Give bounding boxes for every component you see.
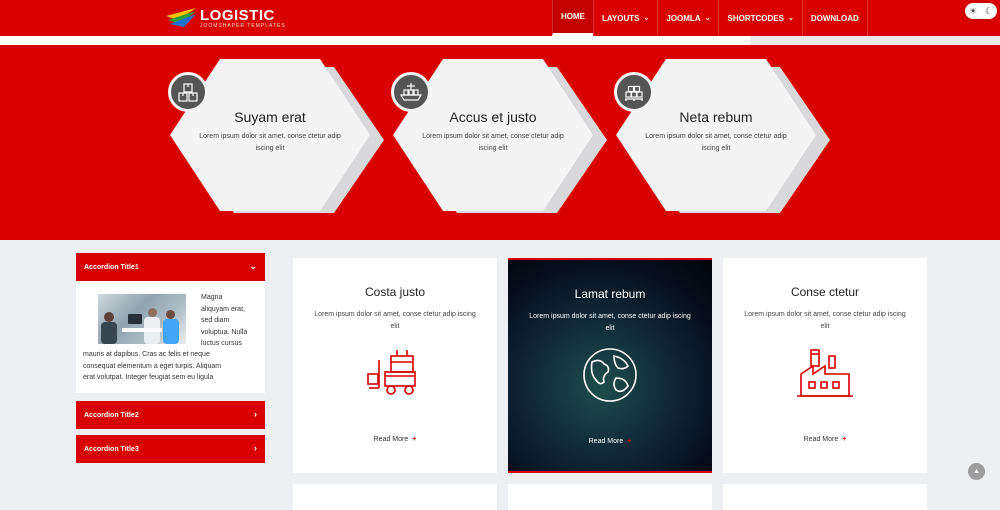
main-nav: HOME LAYOUTS ⌄ JOOMLA ⌄ SHORTCODES ⌄ DOWNLO… <box>552 0 868 36</box>
plus-icon: + <box>627 438 632 445</box>
header-underline <box>0 36 1000 45</box>
accordion-title: Accordion Title3 <box>84 445 139 453</box>
accordion-header-1[interactable]: Accordion Title1 ⌄ <box>76 253 265 281</box>
service-card-next-row <box>723 484 927 510</box>
logo[interactable]: LOGISTIC JOOMSHAPER TEMPLATES <box>166 8 286 30</box>
nav-joomla[interactable]: JOOMLA ⌄ <box>657 0 718 36</box>
feature-title: Suyam erat <box>234 109 306 125</box>
logo-subtitle: JOOMSHAPER TEMPLATES <box>200 23 286 29</box>
nav-layouts[interactable]: LAYOUTS ⌄ <box>593 0 657 36</box>
logo-mark-icon <box>166 8 196 27</box>
read-more-link[interactable]: Read More + <box>293 436 497 443</box>
chevron-right-icon: › <box>254 409 257 419</box>
theme-toggle[interactable]: ☀ ☾ <box>965 3 997 19</box>
accordion-title: Accordion Title2 <box>84 411 139 419</box>
accordion-text-side: Magna aliquyam erat, sed diam voluptua. … <box>201 294 248 347</box>
service-title: Costa justo <box>364 285 426 299</box>
plus-icon: + <box>412 436 417 443</box>
moon-icon: ☾ <box>984 5 994 16</box>
read-more-link[interactable]: Read More + <box>508 438 712 445</box>
nav-shortcodes-label: SHORTCODES <box>727 13 784 23</box>
chevron-down-icon: ⌄ <box>249 261 257 271</box>
service-card-next-row <box>293 484 497 510</box>
sun-icon: ☀ <box>968 5 978 16</box>
factory-icon <box>797 349 853 397</box>
feature-band: Suyam erat Lorem ipsum dolor sit amet, c… <box>0 45 1000 240</box>
plus-icon: + <box>842 436 847 443</box>
office-team-image <box>98 294 186 344</box>
nav-shortcodes[interactable]: SHORTCODES ⌄ <box>718 0 801 36</box>
accordion-body: Magna aliquyam erat, sed diam voluptua. … <box>76 281 265 393</box>
nav-download[interactable]: DOWNLOAD <box>801 0 868 36</box>
feature-text: Lorem ipsum dolor sit amet, conse ctetur… <box>422 133 564 152</box>
service-title: Lamat rebum <box>574 287 646 301</box>
feature-text: Lorem ipsum dolor sit amet, conse ctetur… <box>645 133 787 152</box>
accordion-header-2[interactable]: Accordion Title2 › <box>76 401 265 429</box>
nav-home-label: HOME <box>561 12 585 21</box>
chevron-up-icon: ▲ <box>973 468 980 475</box>
service-card: Conse ctetur Lorem ipsum dolor sit amet,… <box>723 258 927 473</box>
scroll-to-top-button[interactable]: ▲ <box>968 463 985 480</box>
accordion-text-full: mauris at dapibus. Cras ac felis et nequ… <box>83 351 222 381</box>
forklift-icon <box>367 350 416 395</box>
feature-title: Neta rebum <box>679 109 753 125</box>
service-card: Costa justo Lorem ipsum dolor sit amet, … <box>293 258 497 473</box>
nav-home[interactable]: HOME <box>552 0 593 36</box>
nav-layouts-label: LAYOUTS <box>602 13 640 23</box>
service-card-next-row <box>508 484 712 510</box>
nav-download-label: DOWNLOAD <box>810 13 859 23</box>
nav-joomla-label: JOOMLA <box>666 13 701 23</box>
chevron-right-icon: › <box>254 443 257 453</box>
service-text: Lorem ipsum dolor sit amet, conse ctetur… <box>529 313 691 332</box>
service-card-highlighted: Lamat rebum Lorem ipsum dolor sit amet, … <box>508 258 712 473</box>
globe-icon <box>583 348 637 402</box>
feature-title: Accus et justo <box>449 109 537 125</box>
chevron-down-icon: ⌄ <box>643 15 650 22</box>
feature-text: Lorem ipsum dolor sit amet, conse ctetur… <box>199 133 341 152</box>
logo-title: LOGISTIC <box>200 7 275 24</box>
site-header: LOGISTIC JOOMSHAPER TEMPLATES HOME LAYOU… <box>0 0 1000 36</box>
pallet-icon <box>614 72 654 112</box>
chevron-down-icon: ⌄ <box>787 15 794 22</box>
accordion-title: Accordion Title1 <box>84 263 139 271</box>
service-title: Conse ctetur <box>790 285 860 299</box>
chevron-down-icon: ⌄ <box>704 15 711 22</box>
read-more-link[interactable]: Read More + <box>723 436 927 443</box>
accordion-header-3[interactable]: Accordion Title3 › <box>76 435 265 463</box>
boxes-icon <box>168 72 208 112</box>
service-text: Lorem ipsum dolor sit amet, conse ctetur… <box>744 311 906 330</box>
ship-icon <box>391 72 431 112</box>
service-text: Lorem ipsum dolor sit amet, conse ctetur… <box>314 311 476 330</box>
